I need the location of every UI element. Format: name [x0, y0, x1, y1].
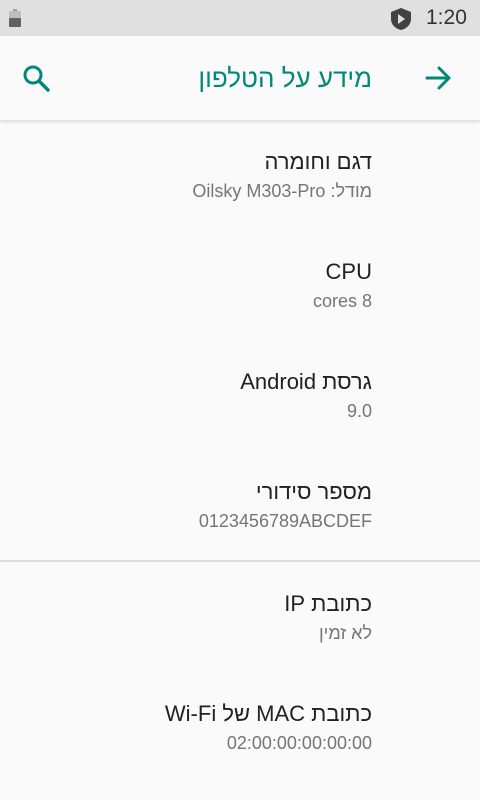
pref-summary: 02:00:00:00:00:00	[226, 733, 372, 753]
pref-summary: מודל: Oilsky M303-Pro	[192, 181, 372, 201]
pref-title: דגם וחומרה	[264, 149, 373, 174]
pref-ip-address[interactable]: כתובת IP לא זמין	[0, 562, 480, 672]
pref-summary: 0123456789ABCDEF	[198, 511, 372, 531]
preference-list: דגם וחומרה מודל: Oilsky M303-Pro CPU 8 c…	[0, 120, 480, 782]
back-button[interactable]	[414, 54, 462, 102]
status-bar: 1:20	[0, 0, 480, 36]
pref-title: כתובת MAC של Wi-Fi	[164, 701, 372, 726]
pref-cpu[interactable]: CPU 8 cores	[0, 230, 480, 340]
pref-summary: 8 cores	[312, 291, 372, 311]
arrow-forward-icon	[425, 66, 451, 90]
pref-title: גרסת Android	[240, 369, 372, 394]
pref-summary: לא זמין	[318, 623, 372, 643]
status-clock: 1:20	[426, 6, 467, 29]
pref-title: כתובת IP	[284, 591, 372, 616]
search-button[interactable]	[12, 54, 60, 102]
shield-icon	[391, 8, 411, 30]
pref-serial-number[interactable]: מספר סידורי 0123456789ABCDEF	[0, 450, 480, 560]
pref-android-version[interactable]: גרסת Android 9.0	[0, 340, 480, 450]
search-icon	[23, 65, 50, 92]
pref-title: CPU	[325, 259, 372, 284]
pref-summary: 9.0	[346, 401, 372, 421]
pref-model-hardware[interactable]: דגם וחומרה מודל: Oilsky M303-Pro	[0, 120, 480, 230]
battery-icon	[9, 9, 21, 27]
pref-title: מספר סידורי	[255, 479, 372, 504]
pref-wifi-mac-address[interactable]: כתובת MAC של Wi-Fi 02:00:00:00:00:00	[0, 672, 480, 782]
app-bar: מידע על הטלפון	[0, 36, 480, 120]
page-title: מידע על הטלפון	[198, 63, 372, 93]
